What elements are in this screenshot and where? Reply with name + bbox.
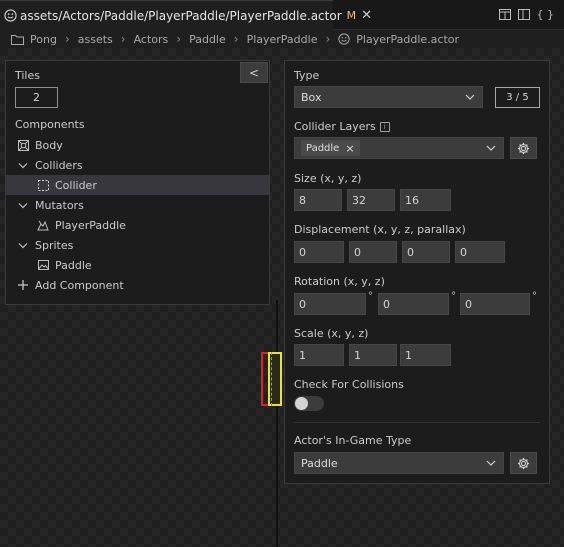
chevron-down-icon [465, 94, 475, 100]
folder-icon [11, 34, 24, 45]
in-game-type-value: Paddle [301, 456, 338, 470]
chevron-down-icon [16, 162, 30, 169]
tiles-input[interactable] [15, 87, 58, 108]
size-x-input[interactable]: 8 [294, 189, 342, 211]
size-z-input[interactable]: 16 [400, 189, 451, 211]
chevron-right-icon: › [120, 32, 126, 46]
displacement-parallax-input[interactable]: 0 [455, 241, 505, 263]
degree-symbol: ° [532, 291, 537, 302]
check-collisions-label: Check For Collisions [294, 378, 404, 391]
degree-symbol: ° [451, 291, 456, 302]
gear-icon [517, 142, 530, 154]
rotation-label: Rotation (x, y, z) [294, 275, 385, 288]
tree-group-sprites[interactable]: Sprites [6, 235, 269, 255]
collider-layers-select[interactable]: Paddle × [294, 137, 504, 159]
breadcrumb-item-assets[interactable]: assets [78, 33, 113, 46]
tiles-label: Tiles [15, 69, 40, 82]
remove-chip-icon[interactable]: × [345, 142, 354, 155]
chevron-down-icon [486, 145, 496, 151]
smiley-icon [338, 33, 350, 45]
components-label: Components [15, 118, 85, 131]
tree-group-mutators[interactable]: Mutators [6, 195, 269, 215]
tree-item-body[interactable]: Body [6, 135, 269, 155]
add-component-button[interactable]: Add Component [6, 275, 269, 295]
scene-axis-line [276, 300, 278, 547]
chevron-left-icon: < [248, 65, 260, 80]
paddle-collider-outline [271, 352, 272, 406]
chevron-right-icon: › [176, 32, 182, 46]
rotation-x-input[interactable]: 0 [294, 293, 366, 315]
chevron-right-icon: › [64, 32, 70, 46]
gear-icon [517, 457, 530, 469]
degree-symbol: ° [368, 291, 373, 302]
section-divider [294, 422, 540, 423]
scale-label: Scale (x, y, z) [294, 327, 369, 340]
in-game-type-label: Actor's In-Game Type [294, 434, 412, 447]
displacement-x-input[interactable]: 0 [294, 241, 344, 263]
tree-item-paddle-sprite[interactable]: Paddle [6, 255, 269, 275]
displacement-y-input[interactable]: 0 [349, 241, 397, 263]
chevron-right-icon: › [233, 32, 239, 46]
tree-item-playerpaddle[interactable]: PlayerPaddle [6, 215, 269, 235]
tree-item-collider[interactable]: Collider [6, 175, 269, 195]
in-game-type-settings-button[interactable] [510, 452, 537, 474]
scale-z-input[interactable]: 1 [400, 344, 451, 366]
editor-tab-bar: assets/Actors/Paddle/PlayerPaddle/Player… [0, 0, 564, 30]
split-editor-icon[interactable] [498, 8, 511, 21]
breadcrumb-item-paddle[interactable]: Paddle [189, 33, 226, 46]
tree-group-colliders[interactable]: Colliders [6, 155, 269, 175]
collider-layers-label: Collider Layers i [294, 120, 390, 133]
mutator-icon [36, 220, 50, 231]
components-panel: < Tiles Components Body Colliders Collid… [5, 60, 270, 305]
breadcrumb: Pong › assets › Actors › Paddle › Player… [0, 30, 564, 48]
collider-count-badge: 3 / 5 [495, 87, 540, 108]
rotation-z-input[interactable]: 0 [460, 293, 530, 315]
breadcrumb-item-pong[interactable]: Pong [11, 33, 57, 46]
size-label: Size (x, y, z) [294, 172, 362, 185]
toggle-knob [295, 397, 308, 410]
code-view-icon[interactable]: { } [537, 8, 555, 21]
chevron-down-icon [16, 242, 30, 249]
collider-layers-settings-button[interactable] [510, 137, 537, 159]
collapse-panel-button[interactable]: < [240, 62, 268, 83]
plus-icon [16, 280, 30, 290]
scale-x-input[interactable]: 1 [294, 344, 344, 366]
info-icon[interactable]: i [379, 122, 390, 132]
in-game-type-select[interactable]: Paddle [294, 452, 504, 474]
check-collisions-toggle[interactable] [294, 396, 324, 411]
collider-icon [36, 179, 50, 191]
type-select-value: Box [301, 90, 322, 104]
tab-actions: { } [498, 8, 555, 21]
editor-tab[interactable]: assets/Actors/Paddle/PlayerPaddle/Player… [0, 0, 372, 30]
scale-y-input[interactable]: 1 [349, 344, 397, 366]
body-icon [16, 139, 30, 151]
modified-indicator: M [346, 9, 357, 22]
type-label: Type [294, 69, 320, 82]
type-select[interactable]: Box [294, 86, 483, 108]
rotation-y-input[interactable]: 0 [378, 293, 449, 315]
size-y-input[interactable]: 32 [347, 189, 395, 211]
displacement-z-input[interactable]: 0 [402, 241, 450, 263]
tab-title: assets/Actors/Paddle/PlayerPaddle/Player… [20, 8, 342, 23]
breadcrumb-item-file[interactable]: PlayerPaddle.actor [338, 33, 459, 46]
image-icon [36, 260, 50, 270]
chevron-right-icon: › [325, 32, 331, 46]
layout-icon[interactable] [517, 8, 530, 21]
displacement-label: Displacement (x, y, z, parallax) [294, 223, 466, 236]
smiley-icon [4, 9, 17, 23]
chevron-down-icon [486, 460, 496, 466]
collider-properties-panel: Type Box 3 / 5 Collider Layers i Paddle × … [284, 60, 550, 484]
breadcrumb-item-playerpaddle[interactable]: PlayerPaddle [247, 33, 318, 46]
layer-chip: Paddle × [301, 140, 360, 156]
chevron-down-icon [16, 202, 30, 209]
breadcrumb-item-actors[interactable]: Actors [134, 33, 169, 46]
close-icon[interactable]: ✕ [361, 8, 372, 23]
